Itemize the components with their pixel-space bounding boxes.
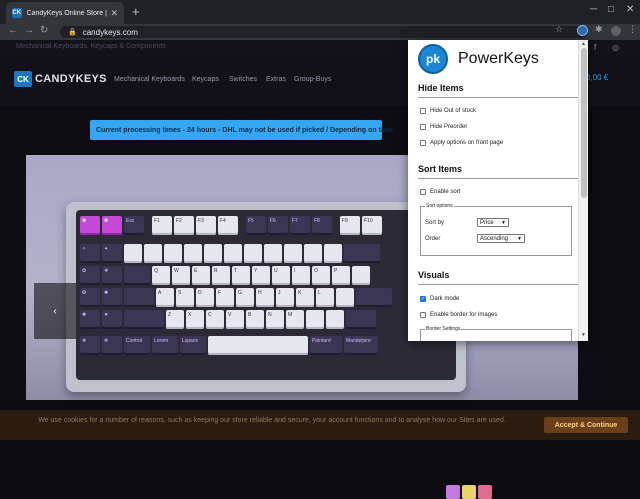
nav-extras[interactable]: Extras	[266, 76, 286, 83]
sort-options-legend: Sort options	[425, 203, 454, 209]
scrollbar-thumb[interactable]	[581, 48, 587, 198]
popup-scrollbar[interactable]: ▲ ▼	[578, 40, 588, 341]
logo-text: CANDYKEYS	[35, 73, 107, 85]
chevron-down-icon: ▼	[517, 235, 522, 242]
keyboard-image: ✽ ✽ Esc F1 F2 F3 F4 F5 F6 F7 F8 F9 F10 ✧…	[66, 202, 466, 392]
key-row: ✻ ✼ Control Lorem Lspace Pointard Mandel…	[80, 336, 378, 356]
url-text: candykeys.com	[82, 27, 138, 37]
sort-options-fieldset: Sort options Sort by Price ▼ Order Ascend…	[420, 203, 572, 256]
nav-group-buys[interactable]: Group-Buys	[294, 76, 331, 83]
enable-sort-checkbox[interactable]	[420, 189, 426, 195]
puzzle-icon[interactable]: ✱	[595, 24, 603, 35]
sort-items-heading: Sort Items	[418, 164, 463, 174]
border-settings-legend: Border Settings	[425, 326, 462, 332]
cookie-banner: We use cookies for a number of reasons, …	[0, 410, 640, 440]
extension-icon[interactable]	[577, 25, 588, 36]
processing-banner: Current processing times - 24 hours - DH…	[90, 120, 395, 140]
browser-tab[interactable]: CK CandyKeys Online Store | Mechan ✕	[6, 2, 124, 24]
hide-preorder-option[interactable]: Hide Preorder	[420, 124, 467, 130]
dark-mode-option[interactable]: ✓ Dark mode	[420, 296, 459, 302]
key-row: ✪ ✺ A S D F G H J K L	[80, 288, 392, 308]
back-icon[interactable]: ←	[8, 25, 18, 36]
dark-mode-checkbox[interactable]: ✓	[420, 296, 426, 302]
instagram-icon[interactable]: ◎	[612, 43, 619, 52]
site-logo[interactable]: CK CANDYKEYS	[14, 71, 107, 87]
image-border-checkbox[interactable]	[420, 312, 426, 318]
cookie-text: We use cookies for a number of reasons, …	[38, 417, 506, 424]
new-tab-icon[interactable]: +	[132, 4, 140, 19]
chevron-down-icon: ▼	[501, 219, 506, 226]
minimize-icon[interactable]: ─	[590, 4, 597, 15]
accent-keycaps	[446, 485, 492, 499]
nav-keycaps[interactable]: Keycaps	[192, 76, 219, 83]
profile-avatar[interactable]	[611, 26, 621, 36]
scroll-up-icon[interactable]: ▲	[581, 41, 586, 47]
key-row: ✿ ❖ Q W E R T Y U I O P	[80, 266, 370, 286]
popup-title: PowerKeys	[458, 50, 539, 67]
accept-cookies-button[interactable]: Accept & Continue	[544, 417, 628, 433]
close-window-icon[interactable]: ✕	[626, 4, 634, 15]
hide-items-heading: Hide Items	[418, 83, 464, 93]
apply-front-page-option[interactable]: Apply options on front page	[420, 140, 503, 146]
logo-mark-icon: CK	[14, 71, 32, 87]
enable-sort-option[interactable]: Enable sort	[420, 189, 460, 195]
key-row: ✽ ✽ Esc F1 F2 F3 F4 F5 F6 F7 F8 F9 F10	[80, 216, 382, 236]
candykeys-favicon-icon: CK	[12, 8, 22, 18]
reload-icon[interactable]: ↻	[40, 25, 48, 36]
hide-preorder-checkbox[interactable]	[420, 124, 426, 130]
scroll-down-icon[interactable]: ▼	[581, 332, 586, 338]
tab-title: CandyKeys Online Store | Mechan	[26, 9, 109, 17]
border-settings-fieldset: Border Settings	[420, 326, 572, 341]
apply-front-page-checkbox[interactable]	[420, 140, 426, 146]
visuals-heading: Visuals	[418, 270, 450, 280]
nav-mechanical-keyboards[interactable]: Mechanical Keyboards	[114, 76, 185, 83]
site-tagline: Mechanical Keyboards, Keycaps & Componen…	[16, 43, 166, 50]
sort-by-label: Sort by	[425, 220, 445, 226]
nav-switches[interactable]: Switches	[229, 76, 257, 83]
divider	[418, 284, 578, 285]
order-label: Order	[425, 236, 441, 242]
key-row: ✧ ✦	[80, 244, 380, 264]
facebook-icon[interactable]: f	[594, 43, 596, 52]
slider-prev-button[interactable]: ‹	[34, 283, 76, 339]
popup-header: pk PowerKeys	[418, 44, 539, 74]
powerkeys-popup: pk PowerKeys Hide Items Hide Out of stoc…	[408, 40, 588, 341]
browser-tab-bar: CK CandyKeys Online Store | Mechan ✕ + ─…	[0, 0, 640, 24]
close-tab-icon[interactable]: ✕	[110, 8, 118, 19]
star-icon[interactable]: ☆	[555, 24, 563, 35]
sort-by-select[interactable]: Price ▼	[477, 218, 509, 227]
menu-icon[interactable]: ⋮	[628, 24, 637, 35]
hide-out-of-stock-option[interactable]: Hide Out of stock	[420, 108, 476, 114]
lock-icon: 🔒	[68, 29, 77, 36]
key-row: ✹ ✷ Z X C V B N M	[80, 310, 376, 330]
order-select[interactable]: Ascending ▼	[477, 234, 525, 243]
hide-out-of-stock-checkbox[interactable]	[420, 108, 426, 114]
powerkeys-logo-icon: pk	[418, 44, 448, 74]
divider	[418, 178, 578, 179]
address-bar: ← → ↻ 🔒 candykeys.com ☆ ✱ ⋮	[0, 24, 640, 40]
image-border-option[interactable]: Enable border for images	[420, 312, 497, 318]
divider	[418, 97, 578, 98]
url-field[interactable]: 🔒 candykeys.com	[60, 26, 588, 38]
maximize-icon[interactable]: □	[608, 4, 614, 15]
cart-total[interactable]: 0,00 €	[586, 73, 608, 82]
forward-icon[interactable]: →	[24, 25, 34, 36]
